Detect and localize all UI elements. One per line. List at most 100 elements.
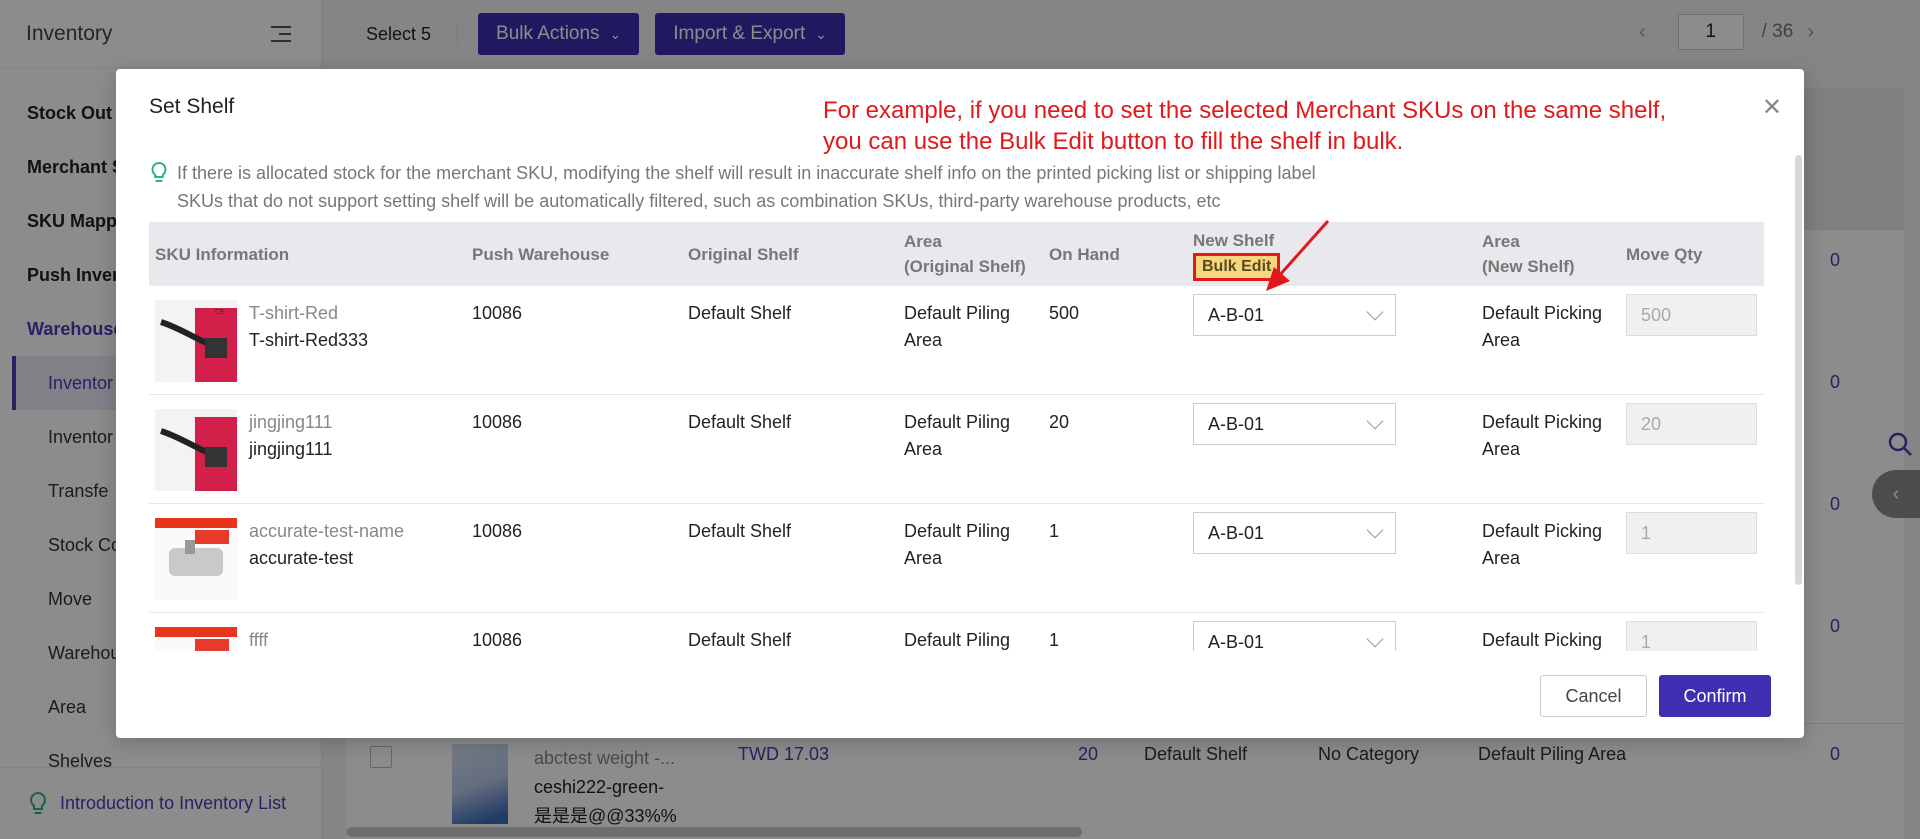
move-qty-cell: 20 — [1620, 395, 1760, 503]
svg-text:CE: CE — [215, 308, 224, 316]
area-text: Area — [1482, 439, 1521, 459]
col-area-label: Area — [904, 232, 942, 251]
original-shelf-cell: Default Shelf — [688, 630, 792, 650]
area-text: Area — [904, 439, 943, 459]
area-text: Area — [1482, 548, 1521, 568]
chevron-down-icon — [1366, 521, 1384, 539]
new-shelf-select[interactable]: A-B-01 — [1193, 403, 1396, 445]
original-shelf-cell: Default Shelf — [688, 521, 792, 541]
product-name: jingjing111 — [249, 412, 333, 432]
product-sku: accurate-test — [249, 548, 354, 568]
move-qty-cell: 1 — [1620, 504, 1760, 612]
on-hand-cell: 1 — [1049, 630, 1060, 650]
product-thumbnail — [155, 409, 237, 491]
select-value: A-B-01 — [1208, 522, 1265, 543]
area-text: Default Piling — [904, 303, 1011, 323]
col-move-qty: Move Qty — [1626, 244, 1703, 264]
table-row: accurate-test-name accurate-test 10086 D… — [149, 504, 1764, 613]
col-area-sublabel: (Original Shelf) — [904, 257, 1026, 276]
new-shelf-select[interactable]: A-B-01 — [1193, 294, 1396, 336]
annotation-arrow-icon — [1266, 220, 1330, 291]
new-shelf-select[interactable]: A-B-01 — [1193, 512, 1396, 554]
original-area-cell: Default Piling — [898, 613, 1043, 651]
area-text: Default Piling — [904, 412, 1011, 432]
set-shelf-modal: Set Shelf ✕ For example, if you need to … — [116, 69, 1804, 738]
sku-cell: accurate-test-name accurate-test — [149, 504, 466, 612]
select-value: A-B-01 — [1208, 413, 1265, 434]
product-thumbnail — [155, 518, 237, 600]
new-area-cell: Default Picking Area — [1476, 286, 1620, 394]
push-warehouse-cell: 10086 — [472, 521, 523, 541]
new-shelf-cell: A-B-01 — [1187, 613, 1476, 651]
chevron-down-icon — [1366, 630, 1384, 648]
area-text: Default Picking — [1482, 412, 1603, 432]
annotation-text: For example, if you need to set the sele… — [823, 95, 1723, 157]
product-thumbnail — [155, 627, 237, 651]
product-name: ffff — [249, 630, 269, 650]
product-name: accurate-test-name — [249, 521, 405, 541]
cancel-button[interactable]: Cancel — [1540, 675, 1647, 717]
area-text: Area — [904, 548, 943, 568]
product-sku: T-shirt-Red333 — [249, 330, 369, 350]
hint-text-1: If there is allocated stock for the merc… — [177, 163, 1316, 183]
new-shelf-cell: A-B-01 — [1187, 286, 1476, 394]
on-hand-cell: 1 — [1049, 521, 1060, 541]
col-area-new: Area (New Shelf) — [1476, 222, 1620, 286]
lightbulb-icon — [151, 161, 167, 182]
on-hand-cell: 20 — [1049, 412, 1070, 432]
annotation-line-1: For example, if you need to set the sele… — [823, 97, 1667, 124]
col-area-label: Area — [1482, 232, 1520, 251]
sku-cell: ffff — [149, 613, 466, 651]
new-area-cell: Default Picking Area — [1476, 395, 1620, 503]
hint-box: If there is allocated stock for the merc… — [149, 159, 1316, 215]
hint-text-2: SKUs that do not support setting shelf w… — [177, 191, 1221, 211]
col-on-hand: On Hand — [1049, 244, 1120, 264]
new-shelf-cell: A-B-01 — [1187, 395, 1476, 503]
annotation-line-2: you can use the Bulk Edit button to fill… — [823, 128, 1404, 155]
original-area-cell: Default Piling Area — [898, 504, 1043, 612]
area-text: Default Piling — [904, 630, 1011, 650]
on-hand-cell: 500 — [1049, 303, 1080, 323]
sku-cell: CE T-shirt-Red T-shirt-Red333 — [149, 286, 466, 394]
chevron-down-icon — [1366, 412, 1384, 430]
new-area-cell: Default Picking Area — [1476, 504, 1620, 612]
area-text: Area — [904, 330, 943, 350]
table-header: SKU Information Push Warehouse Original … — [149, 222, 1764, 286]
area-text: Default Piling — [904, 521, 1011, 541]
col-push-warehouse: Push Warehouse — [472, 244, 610, 264]
new-shelf-select[interactable]: A-B-01 — [1193, 621, 1396, 651]
table-row: ffff 10086 Default Shelf Default Piling … — [149, 613, 1764, 651]
select-value: A-B-01 — [1208, 631, 1265, 652]
original-shelf-cell: Default Shelf — [688, 303, 792, 323]
close-icon[interactable]: ✕ — [1762, 93, 1782, 122]
select-value: A-B-01 — [1208, 304, 1265, 325]
area-text: Area — [1482, 330, 1521, 350]
product-thumbnail: CE — [155, 300, 237, 382]
chevron-down-icon — [1366, 303, 1384, 321]
push-warehouse-cell: 10086 — [472, 412, 523, 432]
table-row: jingjing111 jingjing111 10086 Default Sh… — [149, 395, 1764, 504]
push-warehouse-cell: 10086 — [472, 303, 523, 323]
move-qty-input: 20 — [1626, 403, 1757, 445]
push-warehouse-cell: 10086 — [472, 630, 523, 650]
col-original-shelf: Original Shelf — [688, 244, 799, 264]
new-shelf-cell: A-B-01 — [1187, 504, 1476, 612]
move-qty-cell: 1 — [1620, 613, 1760, 651]
area-text: Default Picking — [1482, 303, 1603, 323]
move-qty-input: 1 — [1626, 621, 1757, 651]
table-row: CE T-shirt-Red T-shirt-Red333 10086 Defa… — [149, 286, 1764, 395]
shelf-table: SKU Information Push Warehouse Original … — [149, 222, 1764, 651]
move-qty-cell: 500 — [1620, 286, 1760, 394]
confirm-button[interactable]: Confirm — [1659, 675, 1771, 717]
modal-footer: Cancel Confirm — [1540, 675, 1771, 717]
col-area-original: Area (Original Shelf) — [898, 222, 1043, 286]
area-text: Default Picking — [1482, 521, 1603, 541]
original-shelf-cell: Default Shelf — [688, 412, 792, 432]
area-text: Default Picking — [1482, 630, 1603, 650]
new-area-cell: Default Picking — [1476, 613, 1620, 651]
vertical-scrollbar[interactable] — [1795, 155, 1802, 585]
col-area-sublabel: (New Shelf) — [1482, 257, 1575, 276]
product-sku: jingjing111 — [249, 439, 333, 459]
sku-cell: jingjing111 jingjing111 — [149, 395, 466, 503]
product-name: T-shirt-Red — [249, 303, 339, 323]
